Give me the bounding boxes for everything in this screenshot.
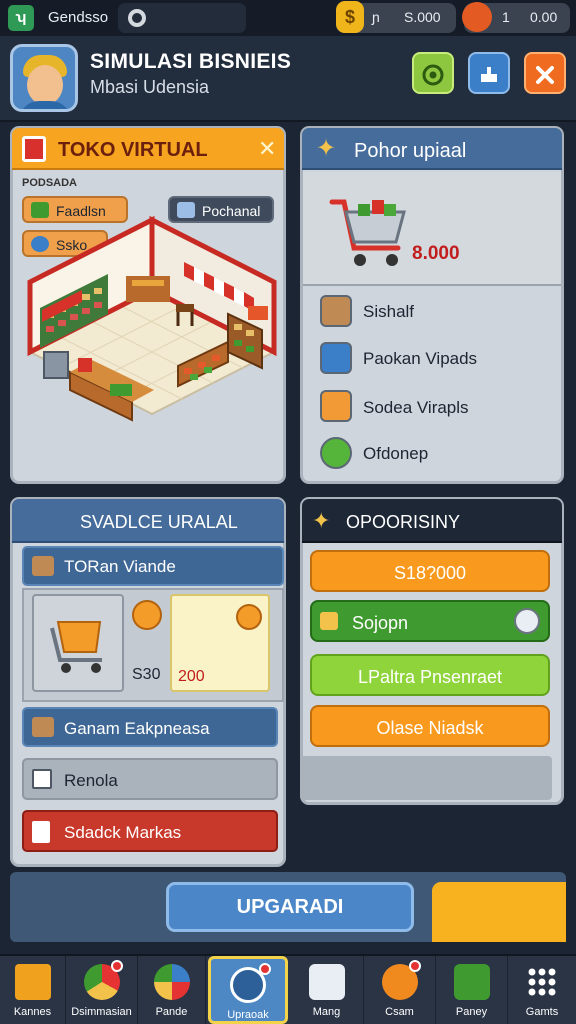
nav-item-label: Mang xyxy=(312,1006,341,1018)
ring-icon xyxy=(128,9,146,27)
badge-icon xyxy=(236,604,262,630)
nav-item-pande[interactable]: Pande xyxy=(138,956,206,1024)
app-name: Gendsso xyxy=(48,9,109,26)
nav-item-kannes[interactable]: Kannes xyxy=(0,956,66,1024)
nav-item-label: Pande xyxy=(155,1006,188,1018)
list-item-label: Paokan Vipads xyxy=(363,349,478,368)
nav-item-paney[interactable]: Paney xyxy=(436,956,508,1024)
toko-close-icon[interactable]: ✕ xyxy=(258,136,276,162)
shop-sign-icon xyxy=(22,136,46,162)
avatar[interactable] xyxy=(10,44,78,112)
color-wheel-icon xyxy=(153,964,190,1000)
shop-row-label: Renola xyxy=(64,771,118,790)
empty-slot xyxy=(300,756,552,800)
app-icon: ʮ xyxy=(8,5,34,31)
opportunity-button-label: Sojopn xyxy=(352,613,409,633)
pohon-title: Pohor upiaal xyxy=(354,140,467,162)
tools-icon[interactable] xyxy=(132,600,162,630)
star-icon: ✦ xyxy=(312,508,331,533)
bag-icon xyxy=(320,342,352,374)
nav-item-gamts[interactable]: Gamts xyxy=(508,956,576,1024)
share-button[interactable] xyxy=(468,52,510,94)
cart-icon xyxy=(329,199,406,266)
product-card-value: S30 xyxy=(132,666,161,683)
page-subtitle: Mbasi Udensia xyxy=(90,77,210,97)
toko-virtual-title: TOKO VIRTUAL xyxy=(58,139,208,161)
nav-item-label: Kannes xyxy=(13,1006,52,1018)
opportunity-button[interactable]: S18?000 xyxy=(310,550,550,592)
shop-row-label: Ganam Eakpneasa xyxy=(64,719,210,738)
bot-icon xyxy=(514,608,540,634)
close-icon xyxy=(536,66,554,84)
nav-item-label: Paney xyxy=(455,1006,488,1018)
pencil-icon xyxy=(453,964,490,1000)
list-item-label: Sishalf xyxy=(363,302,415,321)
list-item[interactable]: Sodea Virapls xyxy=(303,382,561,430)
target-icon xyxy=(422,64,444,86)
nav-item-dsimmasian[interactable]: Dsimmasian xyxy=(66,956,138,1024)
opportunity-button[interactable]: Olase Niadsk xyxy=(310,705,550,747)
shop-row[interactable]: Renola xyxy=(22,758,278,800)
store-illustration[interactable] xyxy=(22,202,282,474)
nav-item-label: Gamts xyxy=(525,1006,559,1018)
opportunity-button[interactable]: LPaltra Pnsenraet xyxy=(310,654,550,696)
box-icon xyxy=(32,556,54,576)
nav-item-upraoak[interactable]: Upraoak xyxy=(208,956,288,1024)
nav-item-mang[interactable]: Mang xyxy=(290,956,364,1024)
check-icon xyxy=(320,437,352,469)
upgrade-button[interactable]: UPGARADI xyxy=(166,882,414,932)
shop-title: SVADLCE URALAL xyxy=(80,512,238,532)
coin-icon: $ xyxy=(336,1,364,33)
shop-row-label: Sdadck Markas xyxy=(64,823,182,842)
list-item[interactable]: Paokan Vipads xyxy=(303,334,561,382)
gem-resource-value: 0.00 xyxy=(530,9,558,25)
nav-item-label: Csam xyxy=(385,1006,414,1018)
basket-icon xyxy=(50,621,102,673)
toko-section-label: PODSADA xyxy=(22,177,78,189)
star-icon: ✦ xyxy=(316,135,337,162)
footer-accent xyxy=(432,882,566,942)
product-price: 8.000 xyxy=(412,243,460,264)
nav-item-label: Dsimmasian xyxy=(71,1006,132,1018)
target-button[interactable] xyxy=(412,52,454,94)
notification-dot xyxy=(409,960,421,972)
product-card-selected-value: 200 xyxy=(178,668,205,685)
coin-resource-level: ɲ xyxy=(372,9,380,25)
coin-resource-value: S.000 xyxy=(404,9,441,25)
share-icon xyxy=(481,67,497,82)
shop-row-danger[interactable]: Sdadck Markas xyxy=(22,810,278,852)
nav-item-label: Upraoak xyxy=(227,1009,269,1021)
document-icon xyxy=(32,821,50,843)
product-card[interactable] xyxy=(32,594,124,692)
product-card-selected[interactable]: 200 xyxy=(170,594,270,692)
opoorisiny-title: OPOORISINY xyxy=(346,512,461,532)
notification-dot xyxy=(111,960,123,972)
gem-icon xyxy=(462,2,492,32)
close-button[interactable] xyxy=(524,52,566,94)
home-icon xyxy=(14,964,51,1000)
shop-row[interactable]: Ganam Eakpneasa xyxy=(22,707,278,747)
drink-icon xyxy=(320,390,352,422)
nav-item-csam[interactable]: Csam xyxy=(364,956,436,1024)
box-icon xyxy=(32,717,54,737)
document-icon xyxy=(32,769,52,789)
grid-icon xyxy=(528,968,556,996)
pencil-icon xyxy=(320,612,338,630)
shop-row-label: TORan Viande xyxy=(64,557,176,576)
gem-resource-count: 1 xyxy=(502,9,510,25)
list-item[interactable]: Ofdonep xyxy=(303,430,561,478)
shop-row-highlight[interactable]: TORan Viande xyxy=(22,546,284,586)
bag-icon xyxy=(308,964,345,1000)
list-item-label: Sodea Virapls xyxy=(363,398,469,417)
notification-dot xyxy=(259,963,271,975)
list-item-label: Ofdonep xyxy=(363,444,429,463)
list-item[interactable]: Sishalf xyxy=(303,286,561,334)
page-title: SIMULASI BISNIEIS xyxy=(90,50,292,73)
box-icon xyxy=(320,295,352,327)
